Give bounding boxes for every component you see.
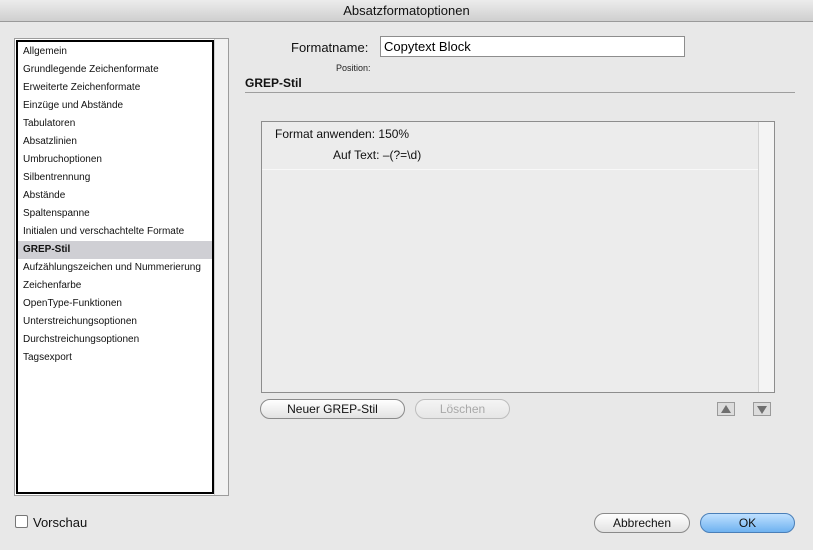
window-title: Absatzformatoptionen xyxy=(0,0,813,22)
grep-text-label: Auf Text: xyxy=(333,148,380,162)
arrow-down-icon xyxy=(757,406,767,414)
sidebar-item[interactable]: Umbruchoptionen xyxy=(18,151,212,169)
section-title: GREP-Stil xyxy=(245,76,302,90)
grep-list-scrollbar[interactable] xyxy=(758,122,774,392)
grep-apply-label: Format anwenden: xyxy=(275,127,376,141)
section-divider xyxy=(245,92,795,93)
grep-text-value[interactable]: –(?=\d) xyxy=(383,148,421,162)
new-grep-style-button[interactable]: Neuer GREP-Stil xyxy=(260,399,405,419)
sidebar-item[interactable]: GREP-Stil xyxy=(18,241,212,259)
position-label: Position: xyxy=(336,63,371,73)
sidebar-scrollbar[interactable] xyxy=(214,39,228,495)
sidebar-item[interactable]: Initialen und verschachtelte Formate xyxy=(18,223,212,241)
preview-label[interactable]: Vorschau xyxy=(33,515,87,530)
sidebar-item[interactable]: Zeichenfarbe xyxy=(18,277,212,295)
sidebar-item[interactable]: Tabulatoren xyxy=(18,115,212,133)
grep-text-row: Auf Text: –(?=\d) xyxy=(333,148,421,162)
grep-apply-value[interactable]: 150% xyxy=(378,127,409,141)
sidebar-item[interactable]: Tagsexport xyxy=(18,349,212,367)
grep-apply-row: Format anwenden: 150% xyxy=(275,127,409,141)
sidebar-item[interactable]: Einzüge und Abstände xyxy=(18,97,212,115)
grep-style-list[interactable]: Format anwenden: 150% Auf Text: –(?=\d) xyxy=(261,121,775,393)
sidebar-item[interactable]: OpenType-Funktionen xyxy=(18,295,212,313)
format-name-input[interactable] xyxy=(380,36,685,57)
sidebar-list[interactable]: Allgemein Grundlegende Zeichenformate Erwe… xyxy=(16,40,214,494)
move-down-button[interactable] xyxy=(753,402,771,416)
delete-grep-style-button[interactable]: Löschen xyxy=(415,399,510,419)
sidebar-item[interactable]: Abstände xyxy=(18,187,212,205)
cancel-button[interactable]: Abbrechen xyxy=(594,513,690,533)
move-up-button[interactable] xyxy=(717,402,735,416)
format-name-label: Formatname: xyxy=(291,40,369,55)
sidebar-item[interactable]: Unterstreichungsoptionen xyxy=(18,313,212,331)
sidebar-item[interactable]: Aufzählungszeichen und Nummerierung xyxy=(18,259,212,277)
sidebar-item[interactable]: Durchstreichungsoptionen xyxy=(18,331,212,349)
sidebar-item[interactable]: Absatzlinien xyxy=(18,133,212,151)
sidebar-item[interactable]: Spaltenspanne xyxy=(18,205,212,223)
preview-checkbox[interactable] xyxy=(15,515,28,528)
sidebar-item[interactable]: Silbentrennung xyxy=(18,169,212,187)
sidebar-item[interactable]: Allgemein xyxy=(18,43,212,61)
arrow-up-icon xyxy=(721,405,731,413)
grep-style-entry[interactable]: Format anwenden: 150% Auf Text: –(?=\d) xyxy=(262,122,758,170)
sidebar-frame: Allgemein Grundlegende Zeichenformate Erwe… xyxy=(14,38,229,496)
sidebar-item[interactable]: Erweiterte Zeichenformate xyxy=(18,79,212,97)
ok-button[interactable]: OK xyxy=(700,513,795,533)
sidebar-item[interactable]: Grundlegende Zeichenformate xyxy=(18,61,212,79)
